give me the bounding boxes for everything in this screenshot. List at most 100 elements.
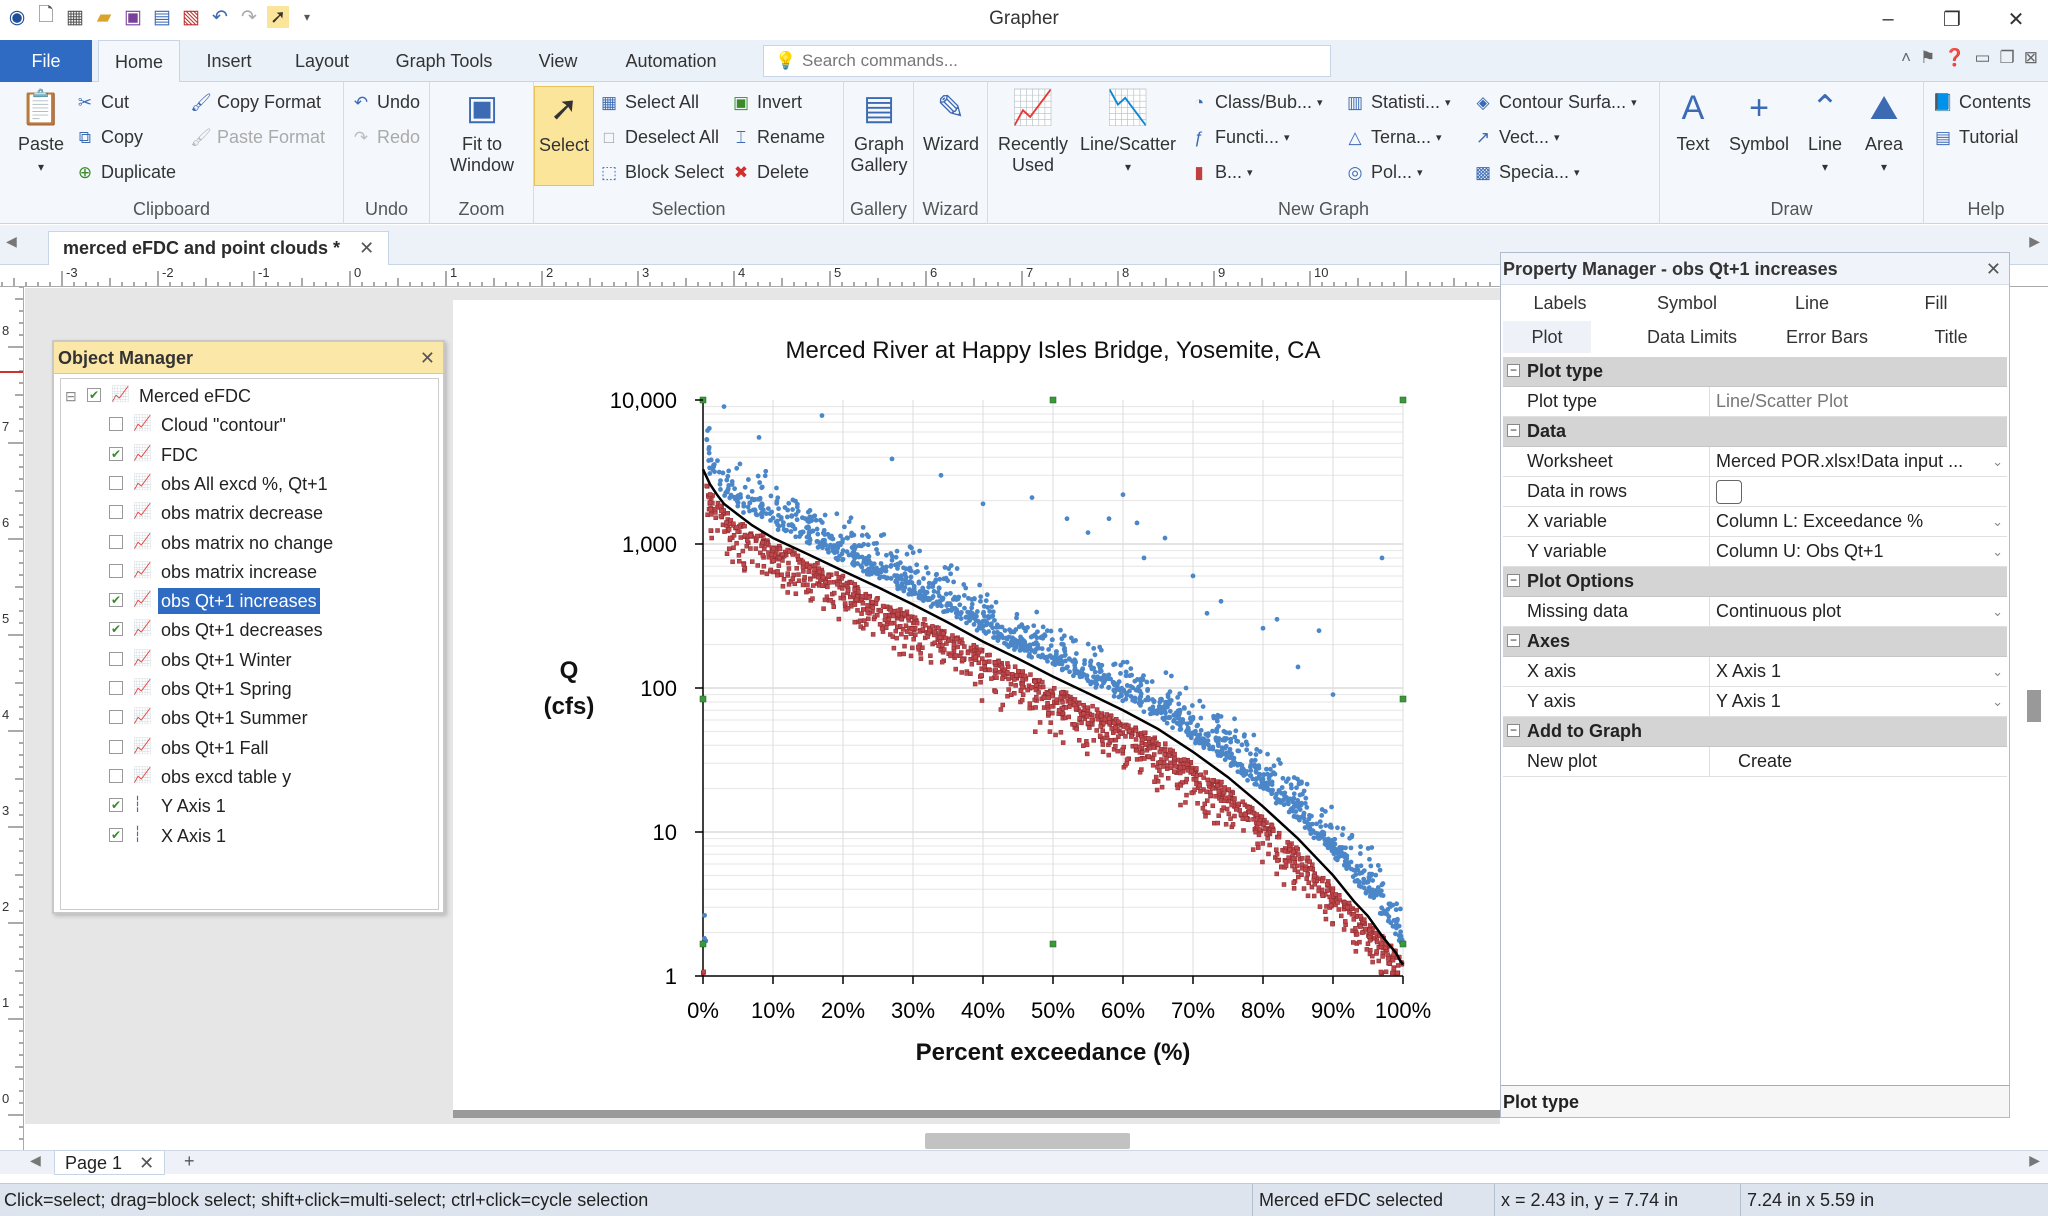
tab-file[interactable]: File bbox=[0, 40, 92, 82]
collapse-ribbon-icon[interactable]: ˄ bbox=[1901, 48, 1911, 68]
redo-button[interactable]: ↷ Redo bbox=[350, 127, 420, 148]
doc-restore-icon[interactable]: ❐ bbox=[2000, 48, 2015, 68]
document-tab-close-icon[interactable]: ✕ bbox=[359, 238, 374, 258]
document-tab[interactable]: merced eFDC and point clouds * ✕ bbox=[48, 231, 390, 265]
tab-graph-tools[interactable]: Graph Tools bbox=[384, 40, 504, 82]
vector-button[interactable]: ↗ Vect... ▾ bbox=[1472, 127, 1560, 148]
create-button[interactable]: Create bbox=[1738, 751, 1792, 771]
property-value[interactable]: Y Axis 1 ⌄ bbox=[1709, 687, 2007, 716]
property-value[interactable]: X Axis 1 ⌄ bbox=[1709, 657, 2007, 686]
horizontal-scrollbar-thumb[interactable] bbox=[925, 1133, 1130, 1149]
ternary-button[interactable]: △ Terna... ▾ bbox=[1344, 127, 1441, 148]
visibility-checkbox[interactable] bbox=[109, 505, 123, 520]
property-value[interactable]: Column U: Obs Qt+1 ⌄ bbox=[1709, 537, 2007, 566]
paste-button[interactable]: 📋 Paste ▾ bbox=[10, 86, 72, 178]
vertical-scrollbar-thumb[interactable] bbox=[2027, 690, 2041, 722]
class-bubble-button[interactable]: ◔ Class/Bub... ▾ bbox=[1188, 92, 1323, 113]
create-plot-field[interactable]: Create bbox=[1709, 747, 2007, 776]
statistics-button[interactable]: ▥ Statisti... ▾ bbox=[1344, 92, 1451, 113]
visibility-checkbox[interactable]: ✔ bbox=[109, 798, 123, 813]
dropdown-arrow-icon[interactable]: ⌄ bbox=[1992, 537, 2003, 566]
property-value[interactable]: Column L: Exceedance % ⌄ bbox=[1709, 507, 2007, 536]
tab-title[interactable]: Title bbox=[1897, 321, 2005, 353]
copy-format-button[interactable]: 🖌 Copy Format bbox=[190, 92, 321, 113]
tab-data-limits[interactable]: Data Limits bbox=[1627, 321, 1757, 353]
section-collapse-icon[interactable]: − bbox=[1507, 724, 1520, 737]
tab-symbol[interactable]: Symbol bbox=[1617, 287, 1757, 319]
visibility-checkbox[interactable]: ✔ bbox=[109, 593, 123, 608]
property-section-header[interactable]: − Plot type bbox=[1503, 357, 2007, 387]
cut-button[interactable]: ✂ Cut bbox=[74, 92, 129, 113]
select-all-button[interactable]: ▦ Select All bbox=[598, 92, 699, 113]
restore-button[interactable]: ❐ bbox=[1920, 0, 1984, 38]
dropdown-arrow-icon[interactable]: ⌄ bbox=[1992, 657, 2003, 686]
symbol-tool-button[interactable]: + Symbol bbox=[1724, 86, 1794, 155]
tab-layout[interactable]: Layout bbox=[282, 40, 362, 82]
rename-button[interactable]: ⌶ Rename bbox=[730, 127, 825, 148]
page-tab[interactable]: Page 1 ✕ bbox=[54, 1150, 166, 1175]
visibility-checkbox[interactable] bbox=[109, 710, 123, 725]
doc-close-icon[interactable]: ⊠ bbox=[2024, 48, 2038, 68]
visibility-checkbox[interactable] bbox=[109, 739, 123, 754]
section-collapse-icon[interactable]: − bbox=[1507, 424, 1520, 437]
dropdown-arrow-icon[interactable]: ⌄ bbox=[1992, 597, 2003, 626]
close-button[interactable]: ✕ bbox=[1984, 0, 2048, 38]
visibility-checkbox[interactable]: ✔ bbox=[109, 446, 123, 461]
visibility-checkbox[interactable]: ✔ bbox=[109, 827, 123, 842]
page-tab-close-icon[interactable]: ✕ bbox=[139, 1153, 154, 1173]
property-section-header[interactable]: − Axes bbox=[1503, 627, 2007, 657]
duplicate-button[interactable]: ⊕ Duplicate bbox=[74, 162, 176, 183]
function-button[interactable]: ƒ Functi... ▾ bbox=[1188, 127, 1289, 148]
delete-button[interactable]: ✖ Delete bbox=[730, 162, 809, 183]
minimize-button[interactable]: – bbox=[1856, 0, 1920, 38]
chart-svg[interactable]: 0% 10% 20% 30% 40% 50% 60% 70% 80% 90% 100% 1 10 100 1… bbox=[453, 300, 1503, 1110]
property-value[interactable]: Continuous plot ⌄ bbox=[1709, 597, 2007, 626]
tab-plot[interactable]: Plot bbox=[1503, 321, 1591, 353]
dropdown-arrow-icon[interactable]: ⌄ bbox=[1992, 687, 2003, 716]
invert-button[interactable]: ▣ Invert bbox=[730, 92, 802, 113]
search-commands-input[interactable]: 💡 Search commands... bbox=[763, 45, 1331, 77]
tutorial-button[interactable]: ▤ Tutorial bbox=[1932, 127, 2018, 148]
fit-to-window-button[interactable]: ▣ Fit to Window bbox=[438, 86, 526, 176]
tab-error-bars[interactable]: Error Bars bbox=[1757, 321, 1897, 353]
property-section-header[interactable]: − Plot Options bbox=[1503, 567, 2007, 597]
section-collapse-icon[interactable]: − bbox=[1507, 574, 1520, 587]
section-collapse-icon[interactable]: − bbox=[1507, 364, 1520, 377]
doc-minimize-icon[interactable]: ▭ bbox=[1974, 48, 1990, 68]
visibility-checkbox[interactable] bbox=[109, 534, 123, 549]
add-page-icon[interactable]: + bbox=[184, 1151, 195, 1172]
tab-line[interactable]: Line bbox=[1757, 287, 1867, 319]
polar-button[interactable]: ◎ Pol... ▾ bbox=[1344, 162, 1423, 183]
area-tool-button[interactable]: ⛰ Area ▾ bbox=[1856, 86, 1912, 178]
collapse-icon[interactable]: ⊟ bbox=[65, 383, 77, 409]
select-button[interactable]: ➚ Select bbox=[534, 86, 594, 186]
data-in-rows-checkbox[interactable] bbox=[1716, 480, 1742, 504]
property-value[interactable]: Merced POR.xlsx!Data input ... ⌄ bbox=[1709, 447, 2007, 476]
visibility-checkbox[interactable] bbox=[109, 681, 123, 695]
visibility-checkbox[interactable] bbox=[109, 475, 123, 490]
object-manager-close-icon[interactable]: ✕ bbox=[420, 342, 435, 374]
page-scroll-right-icon[interactable]: ▶ bbox=[2029, 1152, 2040, 1169]
graph-page[interactable]: 0% 10% 20% 30% 40% 50% 60% 70% 80% 90% 100% 1 10 100 1… bbox=[453, 300, 1503, 1118]
visibility-checkbox[interactable] bbox=[109, 417, 123, 432]
contents-button[interactable]: 📘 Contents bbox=[1932, 92, 2031, 113]
data-in-rows-field[interactable] bbox=[1709, 477, 2007, 506]
visibility-checkbox[interactable] bbox=[109, 768, 123, 783]
tab-labels[interactable]: Labels bbox=[1503, 287, 1617, 319]
line-tool-button[interactable]: ⌃ Line ▾ bbox=[1798, 86, 1852, 178]
tab-fill[interactable]: Fill bbox=[1867, 287, 2005, 319]
section-collapse-icon[interactable]: − bbox=[1507, 634, 1520, 647]
wizard-button[interactable]: ✎ Wizard bbox=[916, 86, 986, 155]
property-section-header[interactable]: − Add to Graph bbox=[1503, 717, 2007, 747]
recently-used-button[interactable]: 📈 Recently Used bbox=[992, 86, 1074, 176]
tab-scroll-left-icon[interactable]: ◀ bbox=[6, 233, 17, 250]
property-manager-close-icon[interactable]: ✕ bbox=[1986, 253, 2001, 285]
page-scroll-left-icon[interactable]: ◀ bbox=[30, 1152, 41, 1169]
bar-button[interactable]: ▮ B... ▾ bbox=[1188, 162, 1252, 183]
paste-format-button[interactable]: 🖌 Paste Format bbox=[190, 127, 325, 148]
dropdown-arrow-icon[interactable]: ⌄ bbox=[1992, 447, 2003, 476]
tab-home[interactable]: Home bbox=[98, 40, 180, 82]
block-select-button[interactable]: ⬚ Block Select bbox=[598, 162, 724, 183]
flag-icon[interactable]: ⚑ bbox=[1920, 48, 1935, 68]
visibility-checkbox[interactable]: ✔ bbox=[87, 388, 101, 402]
